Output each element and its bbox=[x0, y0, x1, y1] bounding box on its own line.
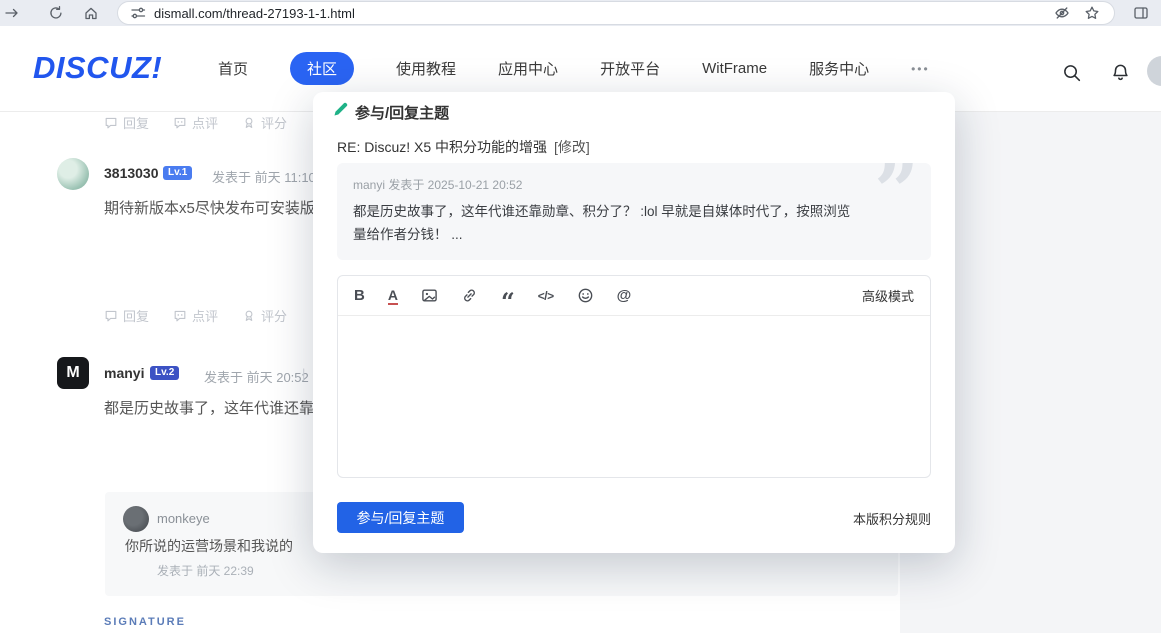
subject-text: RE: Discuz! X5 中积分功能的增强 bbox=[337, 137, 547, 157]
post-content: 都是历史故事了，这年代谁还靠勋 bbox=[104, 397, 329, 418]
post-avatar[interactable] bbox=[57, 158, 89, 190]
url-text: dismall.com/thread-27193-1-1.html bbox=[154, 6, 355, 21]
reply-editor: B A “ </> @ 高级模式 bbox=[337, 275, 931, 478]
address-bar[interactable]: dismall.com/thread-27193-1-1.html bbox=[118, 2, 1114, 24]
modify-subject-link[interactable]: [修改] bbox=[554, 137, 590, 157]
code-icon[interactable]: </> bbox=[538, 287, 554, 305]
nav-open-platform[interactable]: 开放平台 bbox=[600, 58, 660, 79]
search-icon[interactable] bbox=[1062, 63, 1081, 82]
reply-editor-input[interactable] bbox=[338, 316, 930, 478]
reply-subject: RE: Discuz! X5 中积分功能的增强 [修改] bbox=[337, 137, 590, 157]
level-badge: Lv.1 bbox=[163, 166, 192, 180]
editor-toolbar: B A “ </> @ 高级模式 bbox=[338, 276, 930, 316]
level-badge: Lv.2 bbox=[150, 366, 179, 380]
reply-username[interactable]: monkeye bbox=[157, 511, 210, 526]
quoted-post-block: manyi 发表于 2025-10-21 20:52 都是历史故事了，这年代谁还… bbox=[337, 163, 931, 260]
mention-icon[interactable]: @ bbox=[617, 287, 632, 305]
post-content: 期待新版本x5尽快发布可安装版 bbox=[104, 197, 315, 218]
submit-reply-button[interactable]: 参与/回复主题 bbox=[337, 502, 464, 533]
comment-action-label: 点评 bbox=[192, 306, 218, 325]
post-meta: 发表于 前天 11:10 bbox=[212, 167, 316, 186]
post-username[interactable]: 3813030 bbox=[104, 165, 159, 181]
privacy-eye-off-icon[interactable] bbox=[1054, 5, 1070, 21]
advanced-mode-link[interactable]: 高级模式 bbox=[862, 286, 914, 305]
reply-action[interactable]: 回复 bbox=[104, 113, 149, 132]
reply-content: 你所说的运营场景和我说的 bbox=[125, 536, 293, 556]
quote-mark-icon: ” bbox=[874, 163, 919, 231]
post-username[interactable]: manyi bbox=[104, 365, 144, 381]
comment-action-label: 点评 bbox=[192, 113, 218, 132]
avatar-letter: M bbox=[66, 364, 79, 382]
post-avatar[interactable]: M bbox=[57, 357, 89, 389]
rate-action[interactable]: 评分 bbox=[242, 306, 287, 325]
reply-meta: 发表于 前天 22:39 bbox=[157, 562, 254, 579]
comment-action[interactable]: 点评 bbox=[173, 306, 218, 325]
nav-witframe[interactable]: WitFrame bbox=[702, 60, 767, 77]
user-avatar[interactable] bbox=[1147, 56, 1161, 86]
bookmark-star-icon[interactable] bbox=[1084, 5, 1100, 21]
reload-icon[interactable] bbox=[48, 5, 64, 21]
link-icon[interactable] bbox=[461, 287, 478, 305]
bold-icon[interactable]: B bbox=[354, 287, 365, 305]
post-action-row: 回复 点评 评分 bbox=[104, 113, 325, 132]
emoji-icon[interactable] bbox=[577, 287, 594, 305]
rate-action-label: 评分 bbox=[261, 306, 287, 325]
bell-icon[interactable] bbox=[1111, 63, 1130, 82]
reply-action-label: 回复 bbox=[123, 113, 149, 132]
reply-avatar[interactable] bbox=[123, 506, 149, 532]
nav-service-center[interactable]: 服务中心 bbox=[809, 58, 869, 79]
site-logo[interactable]: DISCUZ! bbox=[33, 50, 162, 86]
nav-home[interactable]: 首页 bbox=[218, 58, 248, 79]
reply-modal: 参与/回复主题 RE: Discuz! X5 中积分功能的增强 [修改] man… bbox=[313, 92, 955, 553]
quote-meta: manyi 发表于 2025-10-21 20:52 bbox=[353, 176, 915, 193]
reply-action[interactable]: 回复 bbox=[104, 306, 149, 325]
modal-title: 参与/回复主题 bbox=[355, 102, 449, 123]
site-info-icon[interactable] bbox=[130, 5, 146, 21]
nav-tutorials[interactable]: 使用教程 bbox=[396, 58, 456, 79]
edit-pen-icon bbox=[332, 100, 350, 118]
nav-app-center[interactable]: 应用中心 bbox=[498, 58, 558, 79]
comment-action[interactable]: 点评 bbox=[173, 113, 218, 132]
signature-label: SIGNATURE bbox=[104, 616, 186, 628]
sidebar-panel-icon[interactable] bbox=[1133, 5, 1149, 21]
post-action-row: 回复 点评 评分 bbox=[104, 306, 325, 325]
text-color-icon[interactable]: A bbox=[388, 287, 398, 305]
credit-rules-link[interactable]: 本版积分规则 bbox=[853, 509, 931, 528]
quote-icon[interactable]: “ bbox=[501, 287, 515, 305]
forward-icon[interactable] bbox=[4, 5, 20, 21]
meta-divider: | bbox=[302, 366, 305, 381]
image-icon[interactable] bbox=[421, 287, 438, 305]
nav-community[interactable]: 社区 bbox=[290, 52, 354, 85]
browser-toolbar: dismall.com/thread-27193-1-1.html bbox=[0, 0, 1161, 26]
home-icon[interactable] bbox=[83, 5, 99, 21]
nav-more-icon[interactable]: ••• bbox=[911, 62, 930, 76]
quote-content: 都是历史故事了，这年代谁还靠勋章、积分了？ :lol 早就是自媒体时代了，按照浏… bbox=[353, 200, 915, 246]
rate-action[interactable]: 评分 bbox=[242, 113, 287, 132]
reply-action-label: 回复 bbox=[123, 306, 149, 325]
post-meta: 发表于 前天 20:52 bbox=[204, 367, 309, 386]
rate-action-label: 评分 bbox=[261, 113, 287, 132]
